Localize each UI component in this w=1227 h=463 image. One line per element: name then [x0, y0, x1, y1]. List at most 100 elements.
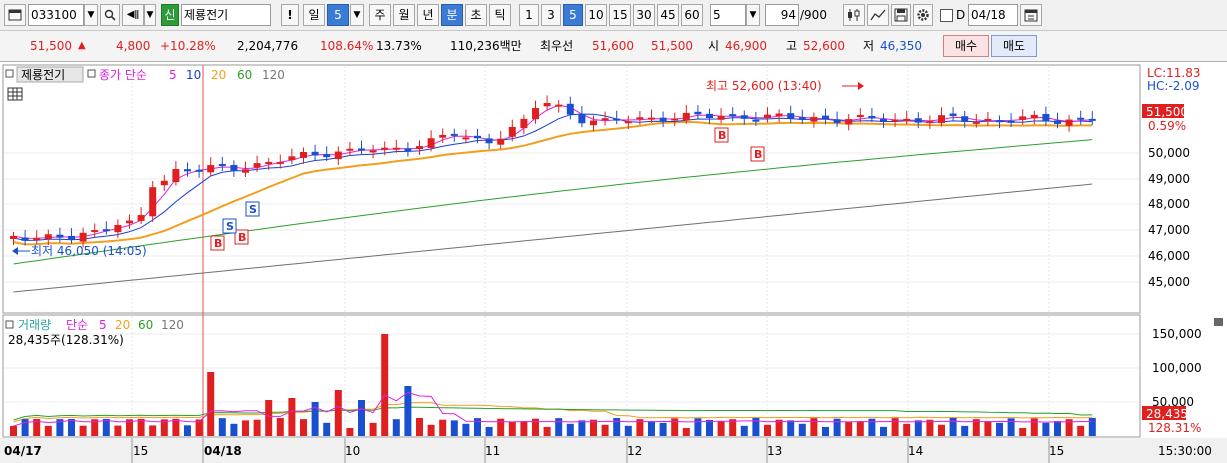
low-label: 저 — [863, 39, 875, 53]
date-input[interactable]: 04/18 — [968, 4, 1018, 26]
window-menu-icon[interactable] — [4, 4, 26, 26]
interval-3-button[interactable]: 3 — [541, 4, 561, 26]
volume-bar — [450, 420, 458, 436]
candle-body — [114, 224, 122, 233]
calendar-icon[interactable] — [1020, 4, 1042, 26]
candle-body — [740, 115, 748, 119]
speaker-icon[interactable]: ◀ǁ — [122, 4, 144, 26]
volume-panel-close-icon[interactable] — [1214, 318, 1223, 326]
current-price-marker-text: 51,500 — [1146, 105, 1188, 119]
period-day-button[interactable]: 일 — [303, 4, 325, 26]
current-price: 51,500 — [30, 39, 72, 53]
stock-code-dropdown-icon[interactable]: ▼ — [84, 4, 98, 26]
save-icon[interactable] — [891, 4, 911, 26]
price-legend-checkbox[interactable] — [5, 69, 14, 78]
candle-body — [334, 151, 342, 160]
volume-bar — [566, 423, 574, 436]
candle-body — [369, 150, 377, 153]
up-arrow-icon: ▲ — [78, 40, 86, 51]
candle-body — [659, 117, 667, 122]
volume-current-marker-text: 28,435 — [1146, 407, 1188, 421]
trendline-icon[interactable] — [867, 4, 889, 26]
candle-body — [207, 165, 215, 173]
period-multiplier-button[interactable]: 5 — [327, 4, 349, 26]
candle-body — [694, 111, 702, 115]
candle-body — [845, 119, 853, 125]
candle-body — [578, 113, 586, 124]
stock-chart[interactable]: 제룡전기 종가 단순 5 10 20 60 120 50,000 49,000 … — [0, 62, 1227, 463]
volume-bar — [1042, 422, 1050, 436]
sell-button[interactable]: 매도 — [991, 35, 1037, 57]
volume-bar — [462, 423, 470, 436]
candle-body — [497, 138, 505, 145]
candle-body — [126, 220, 133, 224]
interval-60-button[interactable]: 60 — [681, 4, 703, 26]
interval-dropdown-icon[interactable]: ▼ — [746, 4, 760, 26]
period-dropdown-icon[interactable]: ▼ — [350, 4, 364, 26]
ma-legend-checkbox[interactable] — [87, 69, 96, 78]
candle-body — [798, 117, 806, 120]
volume-y-tick-100000: 100,000 — [1152, 361, 1202, 375]
low-annotation: 최저 46,050 (14:05) — [31, 244, 147, 258]
period-week-button[interactable]: 주 — [369, 4, 391, 26]
candle-body — [648, 117, 655, 120]
x-label-13: 13 — [767, 444, 782, 458]
period-tick-button[interactable]: 틱 — [489, 4, 511, 26]
volume-bar — [172, 418, 180, 436]
candle-body — [938, 115, 945, 124]
candle-body — [392, 147, 400, 150]
candle-body — [44, 234, 52, 240]
speaker-dropdown-icon[interactable]: ▼ — [144, 4, 156, 26]
candle-body — [253, 163, 261, 168]
gear-icon[interactable] — [913, 4, 933, 26]
volume-bar — [44, 425, 52, 436]
volume-bar — [474, 418, 481, 436]
best-price-label: 최우선 — [540, 39, 574, 53]
interval-1-button[interactable]: 1 — [519, 4, 539, 26]
candle-body — [91, 230, 99, 233]
candle-body — [404, 148, 412, 151]
stock-name-field[interactable]: 제룡전기 — [181, 4, 271, 26]
interval-input[interactable]: 5 — [710, 4, 746, 26]
volume-bar — [717, 421, 725, 436]
interval-5-button[interactable]: 5 — [563, 4, 583, 26]
interval-45-button[interactable]: 45 — [657, 4, 679, 26]
grid-table-icon[interactable] — [7, 87, 23, 101]
count-input[interactable]: 94 — [765, 4, 799, 26]
period-month-button[interactable]: 월 — [393, 4, 415, 26]
candle-body — [160, 180, 168, 186]
volume-bar — [555, 418, 563, 436]
interval-10-button[interactable]: 10 — [585, 4, 607, 26]
interval-15-button[interactable]: 15 — [609, 4, 631, 26]
volume-bar — [485, 426, 493, 436]
volume-bar — [21, 419, 29, 436]
stock-code-input[interactable]: 033100 — [28, 4, 84, 26]
x-label-15b: 15 — [1049, 444, 1064, 458]
candle-body — [242, 169, 249, 173]
best-ask-price: 51,600 — [592, 39, 634, 53]
candle-settings-icon[interactable] — [843, 4, 865, 26]
volume-legend-checkbox[interactable] — [5, 320, 14, 329]
buy-button[interactable]: 매수 — [943, 35, 989, 57]
candle-body — [56, 234, 64, 238]
volume-bar — [996, 422, 1003, 436]
period-year-button[interactable]: 년 — [417, 4, 439, 26]
period-minute-button[interactable]: 분 — [441, 4, 463, 26]
volume-bar — [1019, 427, 1027, 436]
search-icon[interactable] — [100, 4, 120, 26]
volume-ma-legend-120: 120 — [161, 318, 184, 332]
volume-ma-legend-5: 5 — [99, 318, 107, 332]
alert-icon[interactable]: ! — [281, 4, 299, 26]
candle-body — [914, 118, 922, 123]
count-total: /900 — [800, 8, 827, 22]
candle-body — [1077, 117, 1085, 120]
period-second-button[interactable]: 초 — [465, 4, 487, 26]
candle-body — [1019, 116, 1027, 120]
volume-bar — [265, 400, 273, 436]
candle-body — [508, 126, 516, 137]
date-checkbox[interactable] — [940, 9, 953, 22]
interval-30-button[interactable]: 30 — [633, 4, 655, 26]
svg-text:S: S — [226, 220, 234, 233]
candle-body — [276, 161, 284, 164]
candle-body — [706, 113, 713, 119]
